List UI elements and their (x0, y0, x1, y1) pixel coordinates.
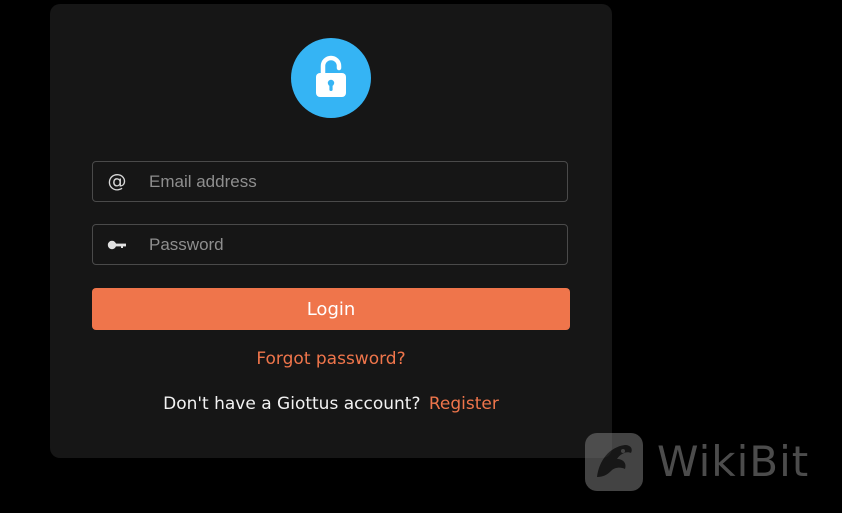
password-input[interactable] (149, 225, 557, 264)
lock-badge (291, 38, 371, 118)
email-input[interactable] (149, 162, 557, 201)
watermark-text: WikiBit (657, 437, 810, 486)
register-link[interactable]: Register (429, 394, 499, 414)
wikibit-logo-icon (585, 433, 643, 491)
at-icon: @ (107, 170, 127, 192)
wikibit-watermark: WikiBit (585, 433, 835, 493)
password-field (92, 224, 568, 265)
email-field: @ (92, 161, 568, 202)
lock-icon (316, 55, 346, 97)
forgot-password-link[interactable]: Forgot password? (50, 349, 612, 369)
login-card: @ Login Forgot password? Don't have a Gi… (50, 4, 612, 458)
register-row: Don't have a Giottus account? Register (50, 394, 612, 414)
page: @ Login Forgot password? Don't have a Gi… (0, 0, 842, 513)
register-prompt: Don't have a Giottus account? (163, 394, 421, 414)
login-button[interactable]: Login (92, 288, 570, 330)
key-icon (105, 225, 129, 264)
